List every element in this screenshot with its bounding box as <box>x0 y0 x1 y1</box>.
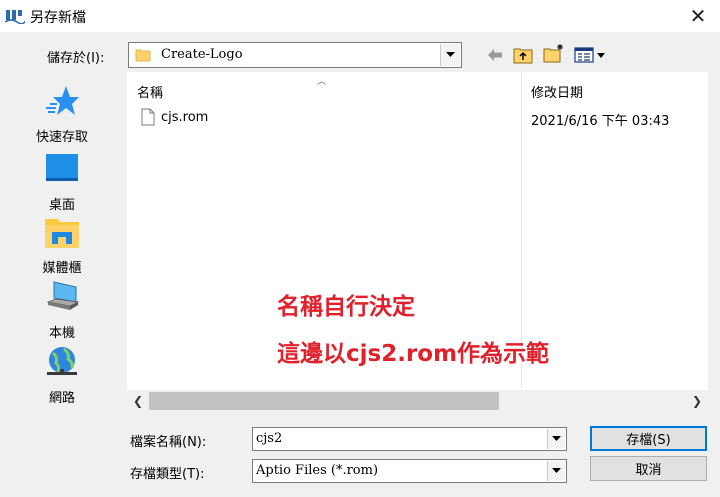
filename-label: 檔案名稱(N): <box>130 435 207 450</box>
up-folder-button[interactable] <box>512 44 534 66</box>
star-icon <box>46 86 79 115</box>
file-modified-date: 2021/6/16 下午 03:43 <box>531 114 670 129</box>
chevron-down-icon[interactable] <box>547 461 565 481</box>
horizontal-scrollbar[interactable]: ❮ ❯ <box>127 390 708 412</box>
place-network[interactable]: 網路 <box>22 345 102 406</box>
place-label: 網路 <box>48 391 75 406</box>
scroll-left-icon[interactable]: ❮ <box>127 390 149 412</box>
place-label: 快速存取 <box>35 130 88 145</box>
app-icon <box>5 10 25 24</box>
window-title: 另存新檔 <box>30 10 86 26</box>
place-this-pc[interactable]: 本機 <box>22 280 102 341</box>
scroll-right-icon[interactable]: ❯ <box>686 390 708 412</box>
place-label: 桌面 <box>48 198 75 213</box>
annotation-line-2: 這邊以cjs2.rom作為示範 <box>277 341 550 367</box>
place-desktop[interactable]: 桌面 <box>22 152 102 213</box>
up-folder-icon <box>513 48 533 64</box>
back-button[interactable] <box>485 44 505 66</box>
file-name: cjs.rom <box>161 110 209 125</box>
scroll-thumb[interactable] <box>149 392 499 410</box>
column-header-name[interactable]: 名稱 <box>137 82 163 101</box>
view-menu-button[interactable] <box>573 44 609 66</box>
title-bar: 另存新檔 ✕ <box>0 0 720 32</box>
sort-ascending-icon: ︿ <box>317 77 327 87</box>
save-in-dropdown[interactable]: Create-Logo <box>128 42 462 68</box>
cancel-button[interactable]: 取消 <box>590 456 707 481</box>
place-libraries[interactable]: 媒體櫃 <box>22 215 102 276</box>
new-folder-icon <box>543 44 563 63</box>
new-folder-button[interactable] <box>542 42 566 64</box>
computer-icon <box>46 281 80 310</box>
save-in-label: 儲存於(I): <box>47 51 105 66</box>
view-menu-icon <box>574 47 605 63</box>
chevron-down-icon[interactable] <box>547 429 565 449</box>
back-arrow-icon <box>488 49 502 61</box>
filename-value: cjs2 <box>256 431 283 446</box>
filename-input[interactable]: cjs2 <box>252 427 567 451</box>
close-icon: ✕ <box>689 4 707 28</box>
annotation-line-1: 名稱自行決定 <box>277 294 415 320</box>
desktop-icon <box>46 154 78 181</box>
save-button[interactable]: 存檔(S) <box>590 426 707 451</box>
file-icon <box>141 108 155 126</box>
filetype-value: Aptio Files (*.rom) <box>256 463 379 478</box>
filetype-label: 存檔類型(T): <box>130 467 205 482</box>
save-in-value: Create-Logo <box>161 47 243 62</box>
network-icon <box>47 347 77 375</box>
filetype-select[interactable]: Aptio Files (*.rom) <box>252 459 567 483</box>
chevron-down-icon[interactable] <box>440 44 460 66</box>
place-quick-access[interactable]: 快速存取 <box>22 84 102 145</box>
column-header-modified[interactable]: 修改日期 <box>531 82 583 101</box>
place-label: 本機 <box>48 326 75 341</box>
close-button[interactable]: ✕ <box>676 0 720 32</box>
file-row[interactable]: cjs.rom 2021/6/16 下午 03:43 <box>137 106 707 130</box>
place-label: 媒體櫃 <box>42 261 82 276</box>
library-icon <box>45 219 79 248</box>
folder-icon <box>135 49 151 62</box>
